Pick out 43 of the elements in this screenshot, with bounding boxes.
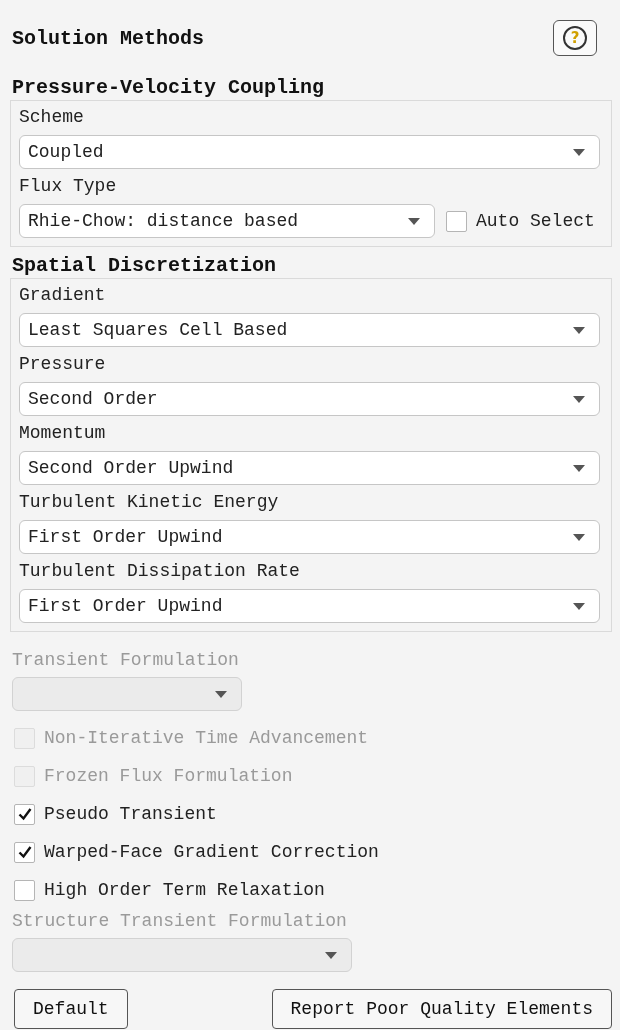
dropdown[interactable]: Least Squares Cell Based (19, 313, 600, 347)
dropdown[interactable]: Rhie-Chow: distance based (19, 204, 435, 238)
field-label: Transient Formulation (11, 650, 240, 670)
dropdown[interactable]: Second Order Upwind (19, 451, 600, 485)
field-label: Flux Type (19, 176, 118, 196)
checkbox-label: Non-Iterative Time Advancement (44, 728, 369, 748)
dropdown[interactable]: Coupled (19, 135, 600, 169)
caret-icon (573, 533, 585, 541)
caret-icon (215, 690, 227, 698)
field-label: Momentum (19, 423, 107, 443)
field-label: Turbulent Dissipation Rate (19, 561, 301, 581)
checkbox-label: Pseudo Transient (44, 804, 217, 824)
caret-icon (573, 326, 585, 334)
field-label: Structure Transient Formulation (11, 911, 348, 931)
checkmark-icon (17, 807, 32, 821)
dropdown[interactable]: Second Order (19, 382, 600, 416)
checkbox[interactable] (14, 841, 35, 863)
checkbox-label: Frozen Flux Formulation (44, 766, 293, 786)
checkbox[interactable] (14, 803, 35, 825)
action-button[interactable]: Default (14, 989, 128, 1029)
checkbox-label: High Order Term Relaxation (44, 880, 325, 900)
help-icon: ? (563, 26, 587, 50)
action-button[interactable]: Report Poor Quality Elements (271, 989, 612, 1029)
checkbox-label: Warped-Face Gradient Correction (44, 842, 379, 862)
caret-icon (573, 464, 585, 472)
checkbox[interactable] (14, 879, 35, 901)
caret-icon (573, 395, 585, 403)
checkbox-label: Auto Select (476, 211, 595, 231)
caret-icon (573, 602, 585, 610)
field-label: Pressure (19, 354, 107, 374)
dropdown[interactable]: First Order Upwind (19, 589, 600, 623)
panel-title: Solution Methods (11, 26, 205, 50)
checkmark-icon (17, 845, 32, 859)
caret-icon (325, 951, 337, 959)
caret-icon (408, 217, 420, 225)
caret-icon (573, 148, 585, 156)
section-title: Spatial Discretization (11, 254, 278, 278)
field-label: Turbulent Kinetic Energy (19, 492, 280, 512)
field-label: Scheme (19, 107, 85, 127)
checkbox[interactable] (446, 210, 467, 232)
dropdown[interactable]: First Order Upwind (19, 520, 600, 554)
field-label: Gradient (19, 285, 107, 305)
section-title: Pressure-Velocity Coupling (11, 76, 326, 100)
